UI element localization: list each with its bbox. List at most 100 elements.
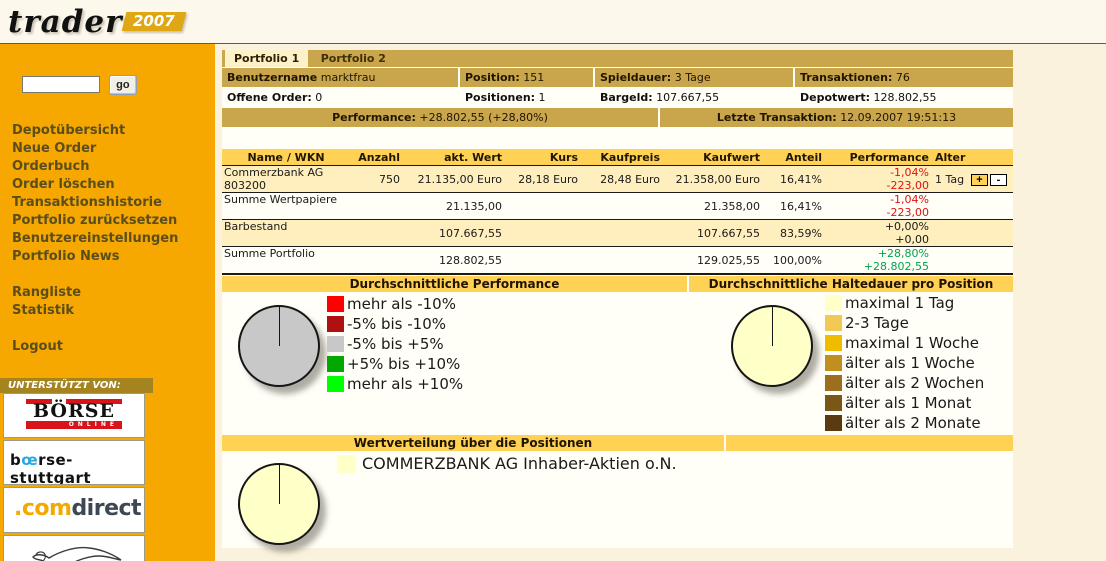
table-row-commerzbank: Commerzbank AG 803200 750 21.135,00 Euro…	[222, 165, 1013, 193]
table-row-summe-portfolio: Summe Portfolio 128.802,55 129.025,55 10…	[222, 246, 1013, 275]
sidebar-item-portfolio-zuruecksetzen[interactable]: Portfolio zurücksetzen	[12, 212, 207, 230]
legend-swatch	[327, 356, 344, 372]
sidebar-item-orderbuch[interactable]: Orderbuch	[12, 158, 207, 176]
legend-item: älter als 2 Monate	[825, 413, 984, 433]
akt-wert-value: 21.135,00	[404, 192, 506, 220]
position-wkn: 803200	[224, 179, 266, 192]
kurs-value: 28,18 Euro	[506, 165, 582, 193]
col-kaufwert: Kaufwert	[664, 149, 764, 166]
sponsor-boerse-online-logo[interactable]: BÖRSE ONLINE	[3, 393, 145, 438]
offene-order-cell: Offene Order: 0	[222, 88, 458, 107]
col-kurs: Kurs	[506, 149, 582, 166]
legend-item: mehr als -10%	[327, 294, 463, 314]
akt-wert-value: 128.802,55	[404, 246, 506, 275]
akt-wert-value: 107.667,55	[404, 219, 506, 247]
haltedauer-chart-title: Durchschnittliche Haltedauer pro Positio…	[689, 276, 1013, 292]
legend-item: älter als 1 Monat	[825, 393, 984, 413]
alter-value: 1 Tag	[933, 165, 971, 193]
table-row-summe-wertpapiere: Summe Wertpapiere 21.135,00 21.358,00 16…	[222, 192, 1013, 220]
sponsor-comdirect-logo[interactable]: .comdirect	[3, 487, 145, 533]
letzte-transaktion-cell: Letzte Transaktion: 12.09.2007 19:51:13	[660, 108, 1013, 127]
sponsor-jaguar-logo[interactable]	[3, 535, 145, 561]
sidebar-menu: Depotübersicht Neue Order Orderbuch Orde…	[12, 122, 207, 356]
performance-value: +28,80% +28.802,55	[826, 246, 933, 275]
sponsor-boerse-stuttgart-logo[interactable]: bœrse-stuttgart Wissen wo man handelt	[3, 440, 145, 485]
legend-swatch	[327, 376, 344, 392]
chart-section-headers: Durchschnittliche Performance Durchschni…	[222, 276, 1013, 292]
menu-spacer	[12, 266, 207, 284]
comdirect-wordmark: .comdirect	[14, 496, 142, 521]
col-kaufpreis: Kaufpreis	[582, 149, 664, 166]
legend-swatch	[825, 395, 842, 411]
wertverteilung-header-bar: Wertverteilung über die Positionen	[222, 435, 1013, 451]
search-input[interactable]	[22, 76, 100, 93]
kaufwert-value: 21.358,00 Euro	[664, 165, 764, 193]
sidebar: go Depotübersicht Neue Order Orderbuch O…	[0, 44, 215, 561]
tab-portfolio-1[interactable]: Portfolio 1	[225, 50, 309, 67]
performance-cell: Performance: +28.802,55 (+28,80%)	[222, 108, 658, 127]
anteil-value: 16,41%	[764, 192, 826, 220]
legend-swatch	[327, 316, 344, 332]
pie-slice-divider	[772, 307, 773, 346]
main-area: Portfolio 1 Portfolio 2 Benutzername mar…	[215, 44, 1106, 561]
sidebar-item-depotuebersicht[interactable]: Depotübersicht	[12, 122, 207, 140]
row-label: Summe Portfolio	[222, 246, 352, 275]
legend-item: COMMERZBANK AG Inhaber-Aktien o.N.	[337, 454, 677, 474]
wertverteilung-header-filler	[726, 435, 1013, 451]
kaufwert-value: 107.667,55	[664, 219, 764, 247]
buy-more-button[interactable]: +	[971, 173, 988, 186]
legend-swatch	[825, 315, 842, 331]
performance-pie-chart	[238, 305, 320, 387]
position-name: Commerzbank AG 803200	[222, 165, 352, 193]
bargeld-cell: Bargeld: 107.667,55	[595, 88, 793, 107]
legend-item: +5% bis +10%	[327, 354, 463, 374]
col-performance: Performance	[826, 149, 933, 166]
legend-item: -5% bis +5%	[327, 334, 463, 354]
legend-swatch	[327, 296, 344, 312]
search-row: go	[22, 74, 137, 95]
app-logo: trader 2007	[8, 4, 187, 40]
sidebar-item-rangliste[interactable]: Rangliste	[12, 284, 207, 302]
legend-swatch	[327, 336, 344, 352]
col-anzahl: Anzahl	[352, 149, 404, 166]
col-anteil: Anteil	[764, 149, 826, 166]
wertverteilung-title: Wertverteilung über die Positionen	[222, 435, 724, 451]
transaktionen-cell: Transaktionen: 76	[795, 68, 1013, 87]
info-row-2: Offene Order: 0 Positionen: 1 Bargeld: 1…	[222, 88, 1013, 107]
jaguar-icon	[32, 546, 122, 561]
performance-legend: mehr als -10% -5% bis -10% -5% bis +5% +…	[327, 294, 463, 394]
legend-item: älter als 1 Woche	[825, 353, 984, 373]
sidebar-item-order-loeschen[interactable]: Order löschen	[12, 176, 207, 194]
kaufwert-value: 129.025,55	[664, 246, 764, 275]
info-row-3: Performance: +28.802,55 (+28,80%) Letzte…	[222, 108, 1013, 127]
boerse-stuttgart-wordmark: bœrse-stuttgart	[10, 451, 92, 485]
top-band: trader 2007	[0, 0, 1106, 44]
menu-spacer	[12, 320, 207, 338]
performance-value: -1,04% -223,00	[826, 165, 933, 193]
wertverteilung-pie-chart	[238, 463, 320, 545]
sidebar-item-logout[interactable]: Logout	[12, 338, 207, 356]
sidebar-item-portfolio-news[interactable]: Portfolio News	[12, 248, 207, 266]
pie-slice-divider	[279, 465, 280, 504]
pie-charts-section: mehr als -10% -5% bis -10% -5% bis +5% +…	[222, 292, 1013, 435]
anteil-value: 100,00%	[764, 246, 826, 275]
search-go-button[interactable]: go	[109, 74, 137, 95]
legend-swatch	[825, 375, 842, 391]
haltedauer-legend: maximal 1 Tag 2-3 Tage maximal 1 Woche ä…	[825, 293, 984, 433]
sidebar-item-neue-order[interactable]: Neue Order	[12, 140, 207, 158]
tab-portfolio-2[interactable]: Portfolio 2	[312, 50, 395, 67]
legend-swatch	[825, 335, 842, 351]
wertverteilung-legend: COMMERZBANK AG Inhaber-Aktien o.N.	[337, 454, 677, 474]
legend-item: maximal 1 Tag	[825, 293, 984, 313]
sidebar-item-statistik[interactable]: Statistik	[12, 302, 207, 320]
akt-wert-value: 21.135,00 Euro	[404, 165, 506, 193]
col-actions	[971, 149, 1013, 166]
performance-value: -1,04% -223,00	[826, 192, 933, 220]
legend-item: 2-3 Tage	[825, 313, 984, 333]
sidebar-item-transaktionshistorie[interactable]: Transaktionshistorie	[12, 194, 207, 212]
sidebar-item-benutzereinstellungen[interactable]: Benutzereinstellungen	[12, 230, 207, 248]
row-label: Summe Wertpapiere	[222, 192, 352, 220]
sell-button[interactable]: -	[990, 173, 1007, 186]
anteil-value: 83,59%	[764, 219, 826, 247]
positions-header-row: Name / WKN Anzahl akt. Wert Kurs Kaufpre…	[222, 149, 1013, 166]
